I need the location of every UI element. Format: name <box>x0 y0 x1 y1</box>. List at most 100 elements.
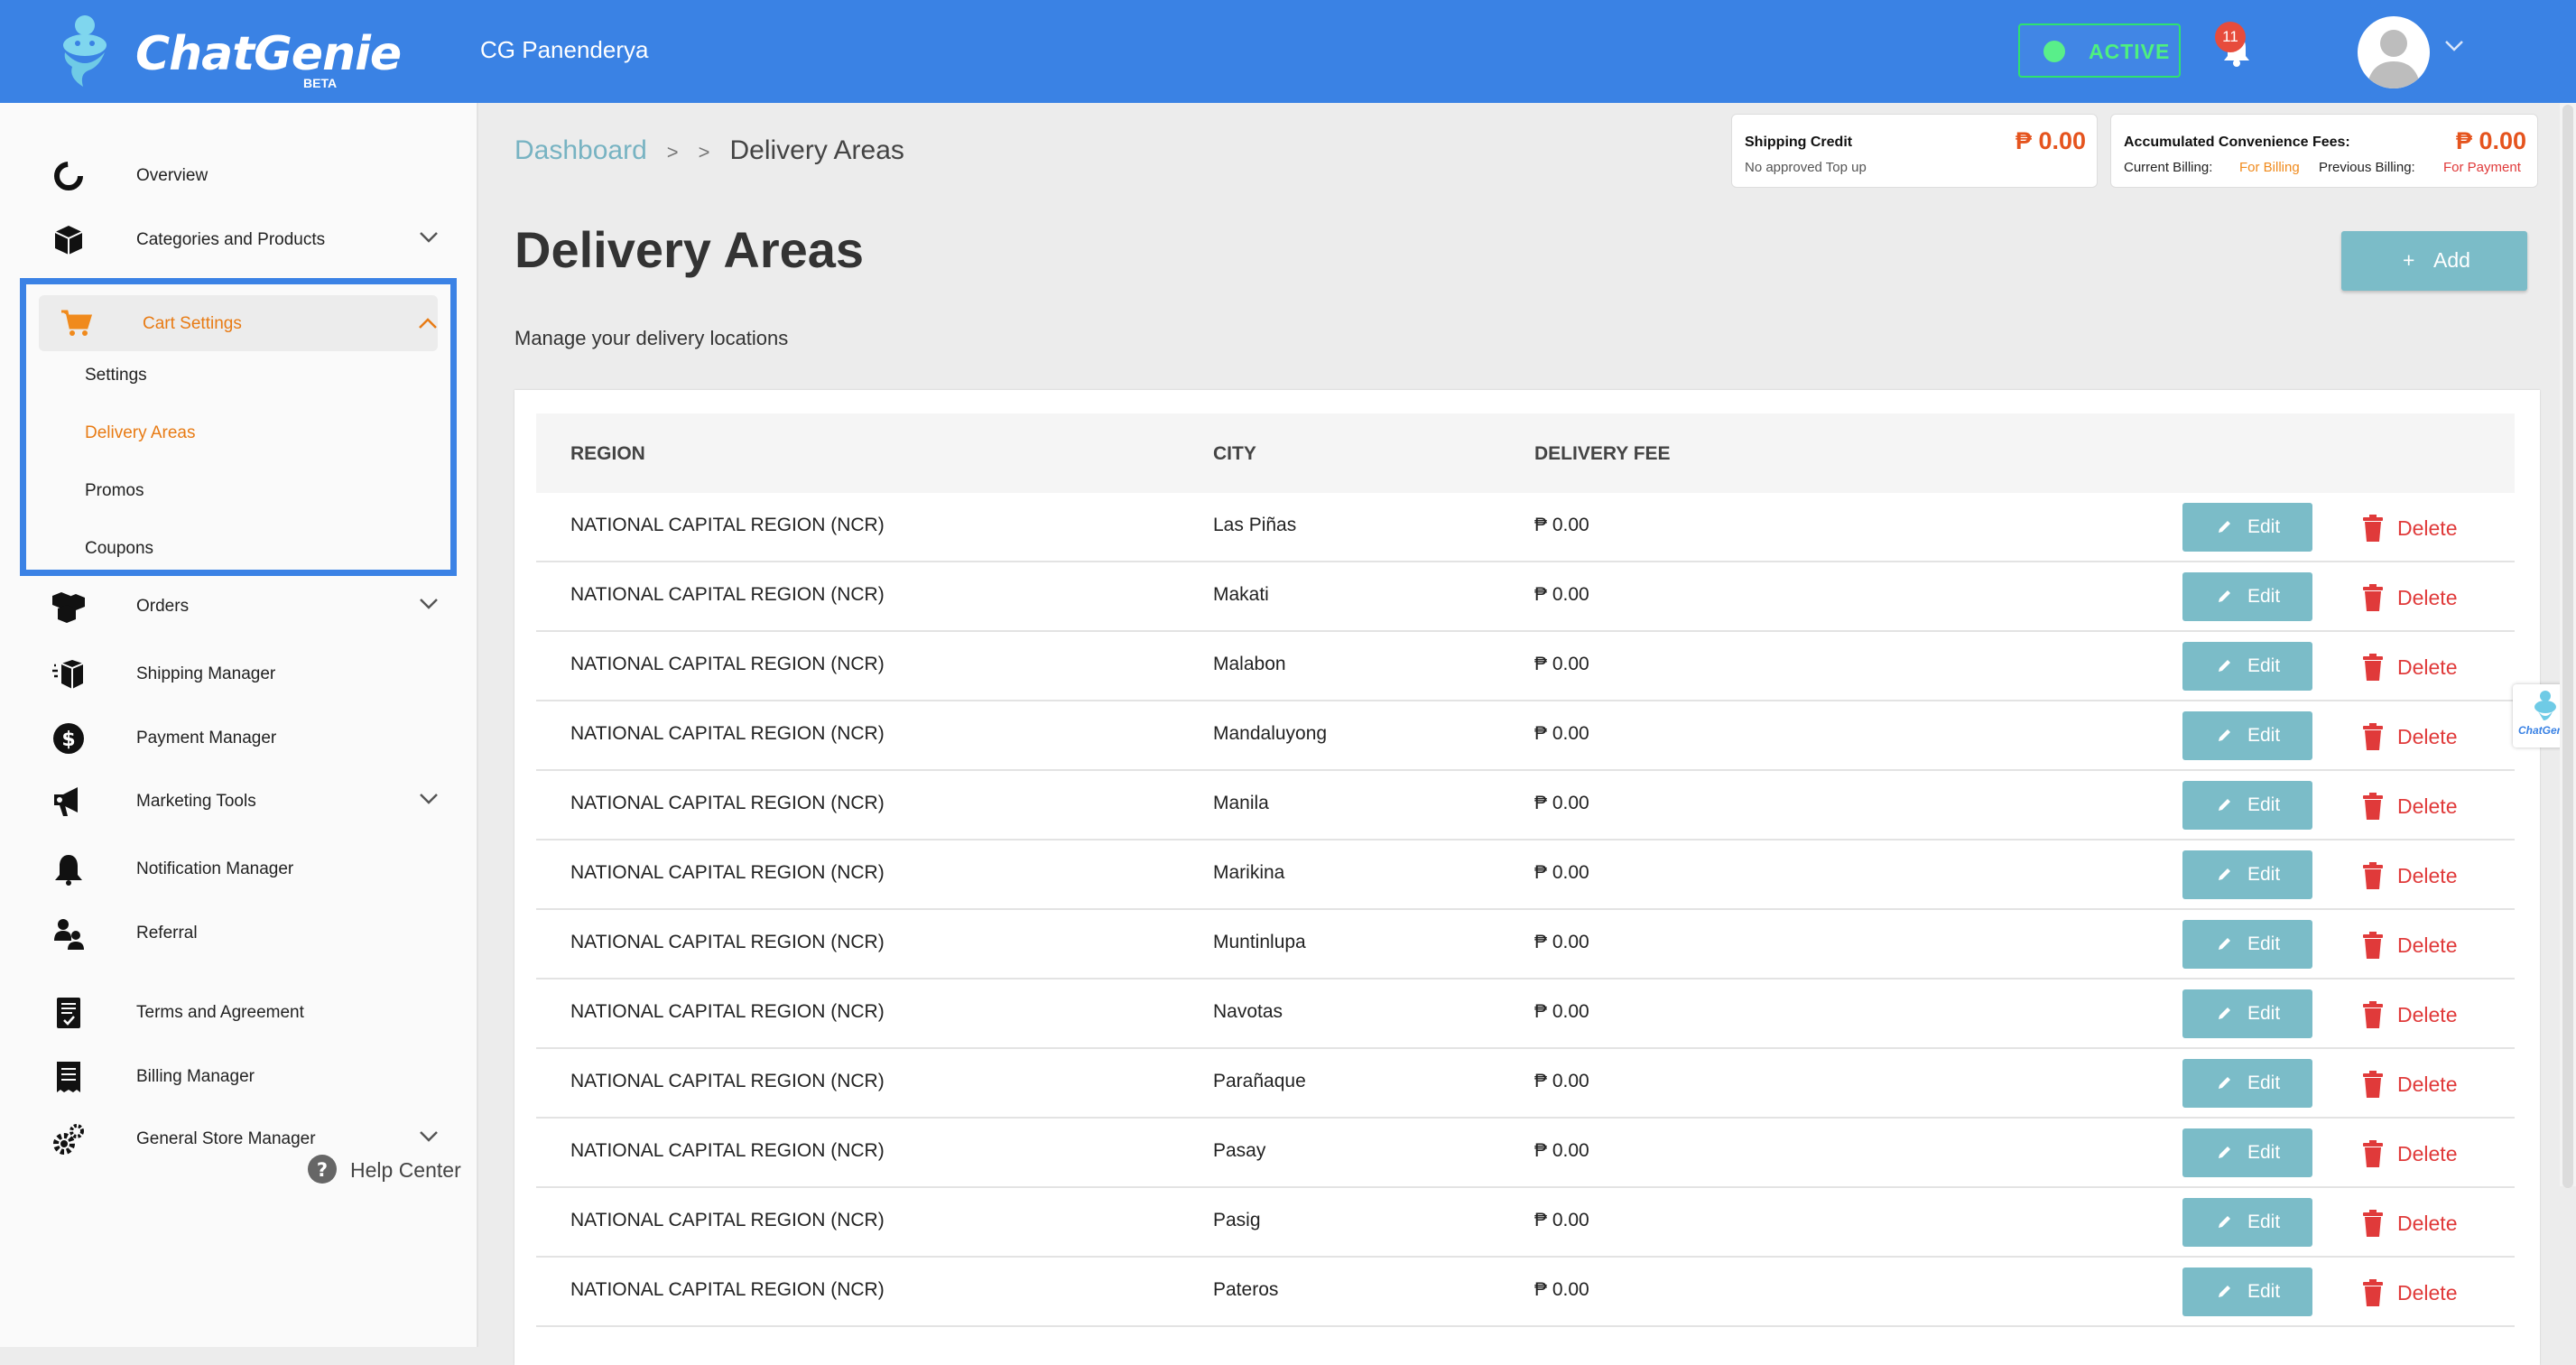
sidebar-item-orders[interactable]: Orders <box>0 580 478 634</box>
delete-button[interactable]: Delete <box>2354 641 2480 692</box>
delete-button[interactable]: Delete <box>2354 1197 2480 1248</box>
sidebar-item-notification-manager[interactable]: Notification Manager <box>0 842 478 896</box>
orders-icon <box>52 592 85 623</box>
edit-button[interactable]: Edit <box>2182 920 2312 969</box>
previous-billing-value[interactable]: For Payment <box>2443 160 2521 175</box>
delete-button[interactable]: Delete <box>2354 989 2480 1039</box>
table-row: NATIONAL CAPITAL REGION (NCR) Parañaque ₱ … <box>536 1049 2515 1119</box>
sidebar-item-categories-and-products[interactable]: Categories and Products <box>0 213 478 267</box>
city-cell: Muntinlupa <box>1213 932 1306 952</box>
logo-text: ChatGenie <box>135 27 402 81</box>
edit-button-label: Edit <box>2247 1142 2281 1163</box>
delivery-fee-cell: ₱ 0.00 <box>1534 1140 1589 1161</box>
edit-button[interactable]: Edit <box>2182 1268 2312 1316</box>
user-silhouette-icon <box>2367 30 2421 88</box>
edit-button[interactable]: Edit <box>2182 1059 2312 1108</box>
sidebar-item-label: Referral <box>136 924 198 942</box>
edit-button-label: Edit <box>2247 586 2281 607</box>
delete-button[interactable]: Delete <box>2354 710 2480 761</box>
delete-button[interactable]: Delete <box>2354 1128 2480 1178</box>
sub-item-settings[interactable]: Settings <box>85 366 147 385</box>
edit-button[interactable]: Edit <box>2182 572 2312 621</box>
edit-button[interactable]: Edit <box>2182 781 2312 830</box>
edit-button[interactable]: Edit <box>2182 989 2312 1038</box>
table-row: NATIONAL CAPITAL REGION (NCR) Pasay ₱ 0.00… <box>536 1119 2515 1188</box>
svg-text:?: ? <box>317 1159 328 1181</box>
sidebar-item-referral[interactable]: Referral <box>0 906 478 961</box>
breadcrumb-current: Delivery Areas <box>729 135 904 165</box>
sidebar-item-payment-manager[interactable]: $ Payment Manager <box>0 711 478 766</box>
delete-button[interactable]: Delete <box>2354 1267 2480 1317</box>
trash-icon <box>2363 1071 2383 1098</box>
status-text: ACTIVE <box>2089 40 2171 63</box>
pencil-icon <box>2219 729 2230 741</box>
trash-icon <box>2363 515 2383 542</box>
help-center-link[interactable]: Help Center <box>350 1158 461 1183</box>
breadcrumb-dashboard-link[interactable]: Dashboard <box>514 135 647 165</box>
sidebar-item-terms-and-agreement[interactable]: Terms and Agreement <box>0 986 478 1040</box>
breadcrumb-separator: > <box>698 141 710 163</box>
user-avatar[interactable] <box>2358 16 2430 88</box>
sub-item-promos[interactable]: Promos <box>85 481 144 501</box>
edit-button[interactable]: Edit <box>2182 850 2312 899</box>
edit-button[interactable]: Edit <box>2182 711 2312 760</box>
trash-icon <box>2363 654 2383 681</box>
sidebar-item-billing-manager[interactable]: Billing Manager <box>0 1050 478 1104</box>
chevron-down-icon[interactable] <box>419 598 439 610</box>
delete-button[interactable]: Delete <box>2354 850 2480 900</box>
edit-button-label: Edit <box>2247 655 2281 676</box>
edit-button[interactable]: Edit <box>2182 642 2312 691</box>
edit-button[interactable]: Edit <box>2182 503 2312 552</box>
sidebar-item-label: Overview <box>136 166 208 185</box>
delete-button-label: Delete <box>2397 1212 2458 1235</box>
delete-button[interactable]: Delete <box>2354 502 2480 552</box>
sub-item-coupons[interactable]: Coupons <box>85 539 153 559</box>
delete-button[interactable]: Delete <box>2354 919 2480 970</box>
sidebar-item-overview[interactable]: Overview <box>0 149 478 203</box>
region-cell: NATIONAL CAPITAL REGION (NCR) <box>570 654 885 674</box>
pencil-icon <box>2219 1077 2230 1089</box>
trash-icon <box>2363 932 2383 959</box>
current-billing-value[interactable]: For Billing <box>2239 160 2300 175</box>
edit-button-label: Edit <box>2247 1072 2281 1093</box>
top-bar: ChatGenie BETA CG Panenderya ACTIVE 11 <box>0 0 2576 103</box>
trash-icon <box>2363 723 2383 750</box>
chevron-down-icon[interactable] <box>419 793 439 805</box>
pencil-icon <box>2219 938 2230 950</box>
referral-icon <box>54 919 84 950</box>
sidebar-item-cart-settings[interactable]: Cart Settings <box>39 295 438 351</box>
chevron-up-icon[interactable] <box>418 317 438 330</box>
edit-button[interactable]: Edit <box>2182 1128 2312 1177</box>
table-row: NATIONAL CAPITAL REGION (NCR) Malabon ₱ 0.… <box>536 632 2515 701</box>
delete-button[interactable]: Delete <box>2354 780 2480 831</box>
dollar-icon: $ <box>53 723 84 754</box>
delete-button[interactable]: Delete <box>2354 571 2480 622</box>
city-cell: Pasay <box>1213 1140 1266 1161</box>
chevron-down-icon[interactable] <box>419 231 439 244</box>
sidebar-item-label: Orders <box>136 597 190 616</box>
add-button-label: Add <box>2433 248 2470 272</box>
app-logo[interactable]: ChatGenie BETA <box>52 11 402 94</box>
shipping-credit-amount: ₱ 0.00 <box>2015 127 2087 154</box>
table-row: NATIONAL CAPITAL REGION (NCR) Mandaluyong… <box>536 701 2515 771</box>
account-chevron-down-icon[interactable] <box>2444 40 2464 52</box>
page-scrollbar-thumb[interactable] <box>2562 105 2573 1188</box>
delivery-fee-cell: ₱ 0.00 <box>1534 1001 1589 1022</box>
shipping-credit-note: No approved Top up <box>1745 160 1867 175</box>
delete-button[interactable]: Delete <box>2354 1058 2480 1109</box>
add-delivery-area-button[interactable]: + Add <box>2341 231 2527 291</box>
genie-logo-icon <box>63 15 107 87</box>
notification-count-badge: 11 <box>2215 22 2246 52</box>
delete-button-label: Delete <box>2397 1281 2458 1305</box>
status-badge[interactable]: ACTIVE <box>2018 23 2181 78</box>
edit-button[interactable]: Edit <box>2182 1198 2312 1247</box>
delete-button-label: Delete <box>2397 1072 2458 1096</box>
sidebar-item-shipping-manager[interactable]: Shipping Manager <box>0 647 478 701</box>
shipping-icon <box>52 660 84 689</box>
delivery-fee-cell: ₱ 0.00 <box>1534 654 1589 674</box>
help-icon[interactable]: ? <box>307 1154 338 1184</box>
delete-button-label: Delete <box>2397 933 2458 957</box>
sidebar-item-marketing-tools[interactable]: Marketing Tools <box>0 775 478 829</box>
chevron-down-icon[interactable] <box>419 1130 439 1143</box>
sub-item-delivery-areas[interactable]: Delivery Areas <box>85 423 196 443</box>
